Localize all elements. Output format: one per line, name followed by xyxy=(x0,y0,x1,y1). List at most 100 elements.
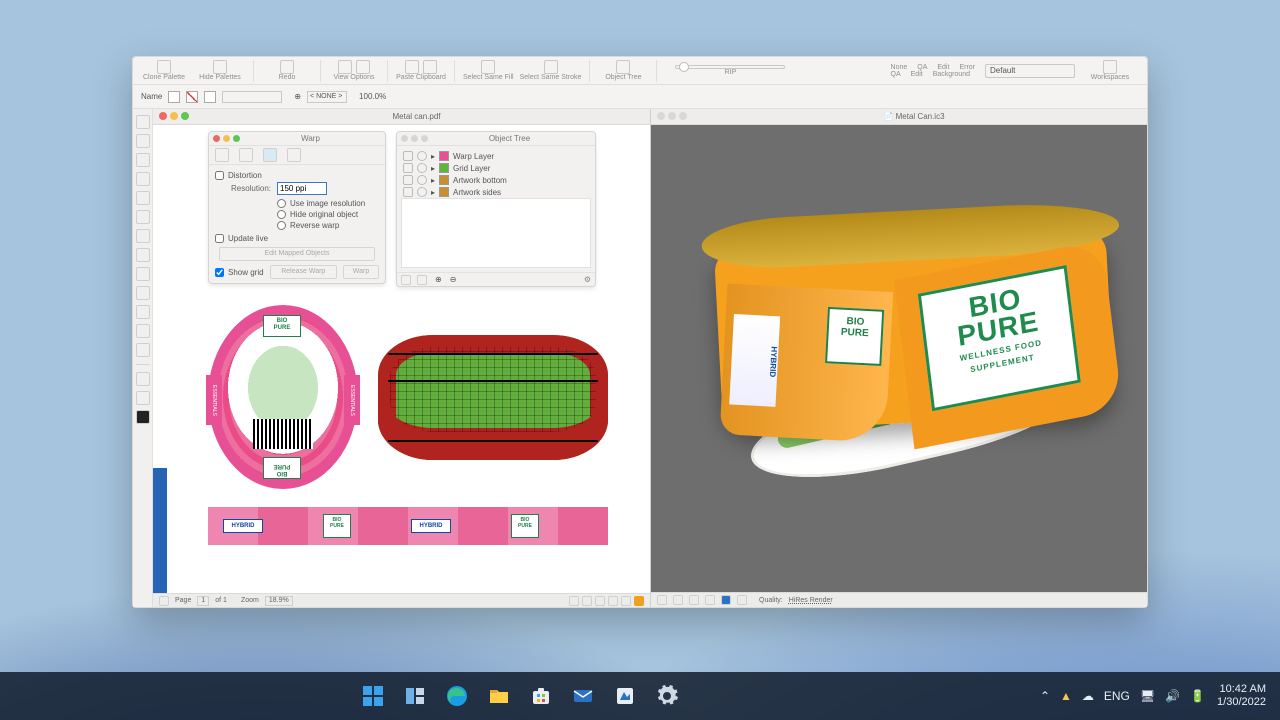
update-live-checkbox[interactable] xyxy=(215,234,224,243)
add-anchor-icon[interactable] xyxy=(136,305,150,319)
mail-icon[interactable] xyxy=(567,680,599,712)
type-tool-icon[interactable] xyxy=(136,229,150,243)
direct-select-tool-icon[interactable] xyxy=(136,134,150,148)
warp-tabs[interactable] xyxy=(209,146,385,165)
edge-browser-icon[interactable] xyxy=(441,680,473,712)
use-image-res-radio[interactable] xyxy=(277,199,286,208)
zoom-input[interactable]: 18.9% xyxy=(265,596,293,606)
tray-network-icon[interactable]: 🖥 xyxy=(1140,689,1155,703)
app-pinned-icon[interactable] xyxy=(609,680,641,712)
eye-icon[interactable] xyxy=(403,163,413,173)
eye-icon[interactable] xyxy=(403,175,413,185)
warp-tab-4-icon[interactable] xyxy=(287,148,301,162)
layer-row[interactable]: ▸Artwork bottom xyxy=(403,174,589,186)
pen-tool-icon[interactable] xyxy=(136,172,150,186)
selection-tool-icon[interactable] xyxy=(136,115,150,129)
warp-tab-3-icon[interactable] xyxy=(263,148,277,162)
warp-tab-2-icon[interactable] xyxy=(239,148,253,162)
layer-row[interactable]: ▸Artwork sides xyxy=(403,186,589,198)
tray-onedrive-icon[interactable]: ▲ xyxy=(1060,689,1072,703)
toolbar-group-redo[interactable]: Redo xyxy=(262,60,312,81)
toolbar-group-hide[interactable]: Hide Palettes xyxy=(195,60,245,81)
quality-dropdown[interactable]: HiRes Render xyxy=(789,597,833,604)
tray-language[interactable]: ENG xyxy=(1104,689,1130,703)
show-grid-checkbox[interactable] xyxy=(215,268,224,277)
lasso-tool-icon[interactable] xyxy=(136,153,150,167)
hide-original-radio[interactable] xyxy=(277,210,286,219)
warp-tab-1-icon[interactable] xyxy=(215,148,229,162)
view-icon[interactable] xyxy=(689,595,699,605)
distortion-toggle[interactable] xyxy=(215,171,224,180)
view-icon[interactable] xyxy=(721,595,731,605)
crop-tool-icon[interactable] xyxy=(136,286,150,300)
resolution-input[interactable] xyxy=(277,182,327,195)
screen-mode-icon[interactable] xyxy=(136,410,150,424)
file-explorer-icon[interactable] xyxy=(483,680,515,712)
window-controls-right[interactable] xyxy=(657,112,687,120)
hand-tool-icon[interactable] xyxy=(136,248,150,262)
eye-icon[interactable] xyxy=(403,151,413,161)
tray-clock[interactable]: 10:42 AM 1/30/2022 xyxy=(1217,683,1266,709)
fill-tool-icon[interactable] xyxy=(136,372,150,386)
status-icon[interactable] xyxy=(159,596,169,606)
preset-dropdown[interactable]: Default xyxy=(985,64,1075,78)
toolbar-group-clone[interactable]: Clone Palette xyxy=(139,60,189,81)
layer-row[interactable]: ▸Grid Layer xyxy=(403,162,589,174)
warp-button[interactable]: Warp xyxy=(343,265,379,279)
view-icon[interactable] xyxy=(673,595,683,605)
workspaces-button[interactable]: Workspaces xyxy=(1085,60,1135,81)
tray-weather-icon[interactable]: ☁ xyxy=(1082,689,1094,703)
eyedropper-tool-icon[interactable] xyxy=(136,343,150,357)
stroke-weight[interactable] xyxy=(222,91,282,103)
toolbar-group-paste[interactable]: Paste Clipboard xyxy=(396,60,446,81)
toolbar-group-objtree[interactable]: Object Tree xyxy=(598,60,648,81)
status-icon[interactable] xyxy=(621,596,631,606)
none-dropdown[interactable]: < NONE > xyxy=(307,91,347,103)
microsoft-store-icon[interactable] xyxy=(525,680,557,712)
status-icon[interactable] xyxy=(569,596,579,606)
toolbar-group-view[interactable]: View Options xyxy=(329,60,379,81)
artwork-3d-grid[interactable] xyxy=(378,335,608,460)
release-warp-button[interactable]: Release Warp xyxy=(270,265,337,279)
toolbar-group-select-stroke[interactable]: Select Same Stroke xyxy=(520,60,582,81)
view-icon[interactable] xyxy=(657,595,667,605)
left-tab-name[interactable]: Metal can.pdf xyxy=(392,112,440,121)
right-tab-name[interactable]: 📄 Metal Can.ic3 xyxy=(883,112,944,121)
zoom-tool-icon[interactable] xyxy=(136,267,150,281)
settings-icon[interactable] xyxy=(651,680,683,712)
tray-chevron-icon[interactable]: ⌃ xyxy=(1040,689,1050,703)
swap-swatch[interactable] xyxy=(204,91,216,103)
stroke-tool-icon[interactable] xyxy=(136,391,150,405)
delete-anchor-icon[interactable] xyxy=(136,324,150,338)
objtree-footer-icon[interactable] xyxy=(401,275,411,285)
edit-mapped-button[interactable]: Edit Mapped Objects xyxy=(219,247,375,261)
rectangle-tool-icon[interactable] xyxy=(136,191,150,205)
objtree-gear-icon[interactable]: ⚙︎ xyxy=(584,275,591,284)
start-button[interactable] xyxy=(357,680,389,712)
lock-icon[interactable] xyxy=(417,151,427,161)
artwork-side-strip[interactable]: HYBRID BIOPURE HYBRID BIOPURE xyxy=(208,507,608,545)
stroke-swatch[interactable] xyxy=(186,91,198,103)
status-icon[interactable] xyxy=(608,596,618,606)
rendered-can-model[interactable]: BIO PURE WELLNESS FOOD SUPPLEMENT HYBRID… xyxy=(682,192,1126,494)
warp-panel-controls[interactable] xyxy=(213,135,240,142)
view-icon[interactable] xyxy=(705,595,715,605)
rip-slider[interactable] xyxy=(675,65,785,69)
reverse-warp-radio[interactable] xyxy=(277,221,286,230)
layer-row[interactable]: ▸Warp Layer xyxy=(403,150,589,162)
tray-volume-icon[interactable]: 🔊 xyxy=(1165,689,1180,703)
left-canvas[interactable]: Warp Distortion Resolution: xyxy=(153,125,650,593)
lock-icon[interactable] xyxy=(417,163,427,173)
eye-icon[interactable] xyxy=(403,187,413,197)
page-input[interactable]: 1 xyxy=(197,596,209,606)
tray-battery-icon[interactable]: 🔋 xyxy=(1190,689,1205,703)
objtree-footer-icon[interactable] xyxy=(417,275,427,285)
toolbar-slider[interactable]: RIP xyxy=(665,65,795,76)
view-icon[interactable] xyxy=(737,595,747,605)
objtree-panel-controls[interactable] xyxy=(401,135,428,142)
ellipse-tool-icon[interactable] xyxy=(136,210,150,224)
toolbar-group-select-fill[interactable]: Select Same Fill xyxy=(463,60,514,81)
right-canvas[interactable]: BIO PURE WELLNESS FOOD SUPPLEMENT HYBRID… xyxy=(651,125,1147,592)
status-icon[interactable] xyxy=(582,596,592,606)
window-controls-left[interactable] xyxy=(159,112,189,120)
